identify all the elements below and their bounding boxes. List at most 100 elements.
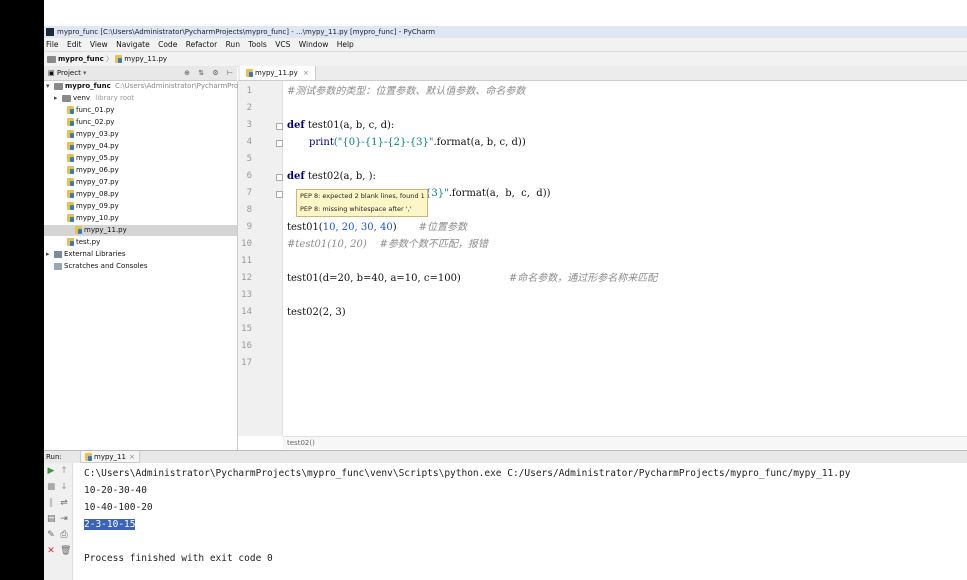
- menu-code[interactable]: Code: [158, 40, 177, 49]
- collapse-all-icon[interactable]: ⇅: [198, 69, 204, 77]
- breadcrumb-item[interactable]: test02(): [287, 439, 315, 447]
- keyword: def: [287, 171, 305, 182]
- code-editor[interactable]: #测试参数的类型：位置参数、默认值参数、命名参数 def test01(a, b…: [283, 81, 967, 436]
- tree-file-label: mypy_11.py: [84, 226, 127, 234]
- console-output-line: 10-20-30-40: [84, 485, 147, 496]
- line-number: 14: [241, 307, 252, 317]
- python-file-icon: [67, 130, 74, 138]
- tree-venv-note: library root: [95, 94, 135, 102]
- code-comment: #测试参数的类型：位置参数、默认值参数、命名参数: [287, 86, 526, 97]
- clear-all-icon[interactable]: 🗑: [60, 547, 71, 556]
- close-icon[interactable]: ×: [303, 69, 309, 77]
- tree-file[interactable]: mypy_04.py: [67, 141, 119, 152]
- console-exit-line: Process finished with exit code 0: [84, 553, 273, 564]
- chevron-down-icon[interactable]: ▾: [83, 69, 87, 77]
- builtin-function: print: [309, 137, 334, 148]
- scroll-to-end-icon[interactable]: ⇥: [60, 515, 68, 524]
- line-number: 16: [241, 341, 252, 351]
- menu-vcs[interactable]: VCS: [275, 40, 290, 49]
- menu-window[interactable]: Window: [299, 40, 329, 49]
- tree-venv[interactable]: ▸ venv library root: [54, 93, 134, 104]
- tree-file-selected[interactable]: mypy_11.py: [44, 225, 237, 236]
- expand-arrow-icon[interactable]: ▾: [46, 81, 54, 92]
- close-run-icon[interactable]: ✕: [47, 547, 55, 556]
- soft-wrap-icon[interactable]: ⇌: [60, 499, 68, 508]
- run-tab-label: mypy_11: [94, 453, 126, 461]
- tree-file[interactable]: mypy_08.py: [67, 189, 119, 200]
- tree-file[interactable]: mypy_07.py: [67, 177, 119, 188]
- folder-icon: [47, 55, 56, 63]
- print-icon[interactable]: ⎙: [60, 531, 68, 540]
- tree-file-label: mypy_09.py: [76, 202, 119, 210]
- tree-file[interactable]: mypy_09.py: [67, 201, 119, 212]
- tree-file[interactable]: mypy_03.py: [67, 129, 119, 140]
- tree-file-label: mypy_04.py: [76, 142, 119, 150]
- scratches-icon: [54, 262, 62, 270]
- menu-file[interactable]: File: [46, 40, 59, 49]
- window-title: mypro_func [C:\Users\Administrator\Pycha…: [57, 28, 436, 36]
- nav-project[interactable]: mypro_func: [58, 55, 104, 63]
- tree-root-path: C:\Users\Administrator\PycharmProjects: [115, 82, 255, 90]
- line-number: 10: [241, 239, 252, 249]
- nav-file[interactable]: mypy_11.py: [124, 55, 167, 63]
- run-toolbar: ▶ ↑ ■ ↓ ‖ ⇌ ▤ ⇥ ✎ ⎙ ✕ 🗑: [44, 463, 73, 580]
- tree-file[interactable]: func_01.py: [67, 105, 114, 116]
- close-icon[interactable]: ×: [129, 453, 135, 461]
- restore-layout-icon[interactable]: ▤: [47, 515, 56, 524]
- collapse-arrow-icon[interactable]: ▸: [46, 249, 54, 260]
- code-comment: #位置参数: [418, 222, 467, 233]
- code-line-9: test01(10, 20, 30, 40) #位置参数: [287, 219, 467, 236]
- collapse-arrow-icon[interactable]: ▸: [54, 93, 62, 104]
- python-file-icon: [67, 106, 74, 114]
- tree-file[interactable]: mypy_06.py: [67, 165, 119, 176]
- menu-tools[interactable]: Tools: [248, 40, 266, 49]
- menu-help[interactable]: Help: [337, 40, 354, 49]
- project-panel-header: ▣ Project ▾ ⊕ ⇅ ⚙ ⊢: [44, 66, 237, 81]
- menu-edit[interactable]: Edit: [67, 40, 82, 49]
- fold-marker-icon[interactable]: [276, 191, 283, 198]
- code-line-4: print("{0}-{1}-{2}-{3}".format(a, b, c, …: [309, 134, 526, 151]
- editor-tab-bar: mypy_11.py ×: [238, 66, 967, 81]
- tree-scratches[interactable]: Scratches and Consoles: [54, 261, 148, 272]
- scroll-up-icon[interactable]: ↑: [60, 467, 68, 476]
- tree-file-label: mypy_06.py: [76, 166, 119, 174]
- menu-navigate[interactable]: Navigate: [116, 40, 150, 49]
- menu-refactor[interactable]: Refactor: [186, 40, 217, 49]
- tree-file-label: mypy_05.py: [76, 154, 119, 162]
- run-console[interactable]: C:\Users\Administrator\PycharmProjects\m…: [73, 463, 967, 580]
- window-titlebar: mypro_func [C:\Users\Administrator\Pycha…: [44, 26, 967, 38]
- pause-icon[interactable]: ‖: [47, 499, 55, 508]
- stop-icon[interactable]: ■: [47, 483, 56, 492]
- rerun-icon[interactable]: ▶: [47, 467, 55, 476]
- line-number: 1: [246, 86, 252, 96]
- tree-file[interactable]: mypy_05.py: [67, 153, 119, 164]
- tree-external-libraries[interactable]: ▸ External Libraries: [46, 249, 126, 260]
- tree-file[interactable]: func_02.py: [67, 117, 114, 128]
- menu-view[interactable]: View: [90, 40, 108, 49]
- run-tab[interactable]: mypy_11 ×: [80, 451, 140, 463]
- console-selection: 2-3-10-15: [84, 519, 136, 530]
- python-file-icon: [67, 202, 74, 210]
- scroll-from-source-icon[interactable]: ⊕: [184, 69, 190, 77]
- fold-marker-icon[interactable]: [276, 123, 283, 130]
- project-view-label[interactable]: Project: [57, 69, 81, 77]
- line-number: 15: [241, 324, 252, 334]
- console-command-line: C:\Users\Administrator\PycharmProjects\m…: [84, 468, 851, 479]
- line-number: 6: [246, 171, 252, 181]
- line-number: 8: [246, 205, 252, 215]
- tree-root[interactable]: ▾ mypro_func C:\Users\Administrator\Pycha…: [46, 81, 255, 92]
- hide-panel-icon[interactable]: ⊢: [227, 69, 233, 77]
- settings-gear-icon[interactable]: ⚙: [212, 69, 218, 77]
- pin-tab-icon[interactable]: ✎: [47, 531, 55, 540]
- tree-file-label: mypy_03.py: [76, 130, 119, 138]
- fold-marker-icon[interactable]: [276, 174, 283, 181]
- scroll-down-icon[interactable]: ↓: [60, 483, 68, 492]
- tree-file[interactable]: mypy_10.py: [67, 213, 119, 224]
- fold-marker-icon[interactable]: [276, 140, 283, 147]
- line-number: 2: [246, 103, 252, 113]
- code-text: test01(: [287, 222, 323, 233]
- tree-file[interactable]: test.py: [67, 237, 100, 248]
- menu-run[interactable]: Run: [226, 40, 240, 49]
- editor-tab[interactable]: mypy_11.py ×: [240, 66, 316, 80]
- python-file-icon: [246, 69, 253, 77]
